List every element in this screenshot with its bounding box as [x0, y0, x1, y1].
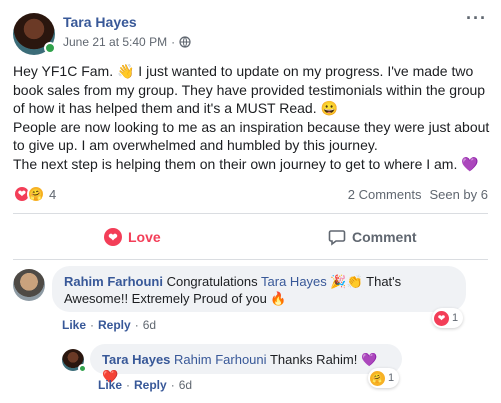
summary-right: 2 Comments Seen by 6: [348, 187, 488, 202]
post-body: Hey YF1C Fam. 👋 I just wanted to update …: [13, 62, 493, 173]
actions-separator: ·: [134, 318, 139, 332]
divider: [13, 213, 488, 214]
comment-reply-link[interactable]: Reply: [98, 318, 131, 332]
care-reaction-icon: 🤗: [27, 185, 45, 203]
reactions-summary: ❤ 🤗 4 2 Comments Seen by 6: [13, 185, 488, 203]
post-paragraph: Hey YF1C Fam. 👋 I just wanted to update …: [13, 63, 486, 116]
reply-bubble: Tara Hayes Rahim Farhouni Thanks Rahim! …: [90, 344, 402, 384]
care-reaction-icon: 🤗: [370, 370, 385, 386]
post-meta: June 21 at 5:40 PM ·: [63, 35, 191, 49]
comment-bubble: Rahim Farhouni Congratulations Tara Haye…: [52, 266, 466, 312]
love-reaction-icon: ❤: [434, 310, 449, 326]
reply-age[interactable]: 6d: [179, 378, 192, 392]
reply-actions: Like · Reply · 6d: [98, 378, 192, 392]
comment-reaction-count: 1: [452, 312, 459, 324]
comment-actions: Like · Reply · 6d: [62, 318, 156, 332]
love-icon: ❤: [104, 228, 122, 246]
reply-mention[interactable]: Rahim Farhouni: [174, 352, 267, 367]
reaction-count[interactable]: 4: [49, 187, 56, 202]
comment-age[interactable]: 6d: [143, 318, 156, 332]
online-status-dot: [78, 364, 87, 373]
comment-button-label: Comment: [352, 229, 417, 245]
comment-icon: [328, 230, 346, 246]
comment-author[interactable]: Rahim Farhouni: [64, 274, 163, 289]
comment-button[interactable]: Comment: [328, 225, 417, 249]
actions-separator: ·: [126, 378, 131, 392]
audience-globe-icon: [179, 36, 191, 48]
reply-reply-link[interactable]: Reply: [134, 378, 167, 392]
reaction-icons[interactable]: ❤ 🤗: [13, 185, 45, 203]
reply-like-link[interactable]: Like: [98, 378, 122, 392]
commenter-avatar[interactable]: [13, 269, 45, 301]
reply-reactions[interactable]: 🤗 1: [368, 368, 400, 388]
post-paragraph: The next step is helping them on their o…: [13, 155, 479, 172]
love-button[interactable]: ❤ Love: [104, 225, 161, 249]
online-status-dot: [44, 42, 56, 54]
post-timestamp[interactable]: June 21 at 5:40 PM: [63, 35, 167, 49]
reply-reaction-count: 1: [388, 372, 395, 384]
actions-separator: ·: [170, 378, 175, 392]
seen-by-link[interactable]: Seen by 6: [429, 187, 488, 202]
comments-count-link[interactable]: 2 Comments: [348, 187, 422, 202]
comment-mention[interactable]: Tara Hayes: [261, 274, 327, 289]
divider: [13, 259, 488, 260]
facebook-post: Tara Hayes June 21 at 5:40 PM · ··· Hey …: [0, 0, 501, 403]
meta-separator: ·: [171, 35, 176, 49]
comment-reactions[interactable]: ❤ 1: [432, 308, 464, 328]
post-paragraph: People are now looking to me as an inspi…: [13, 118, 490, 154]
comment-like-link[interactable]: Like: [62, 318, 86, 332]
love-button-label: Love: [128, 229, 161, 245]
reply-author[interactable]: Tara Hayes: [102, 352, 170, 367]
more-options-icon[interactable]: ···: [466, 8, 487, 29]
actions-separator: ·: [90, 318, 95, 332]
post-author-name[interactable]: Tara Hayes: [63, 14, 137, 30]
comment-text: Congratulations: [166, 274, 258, 289]
